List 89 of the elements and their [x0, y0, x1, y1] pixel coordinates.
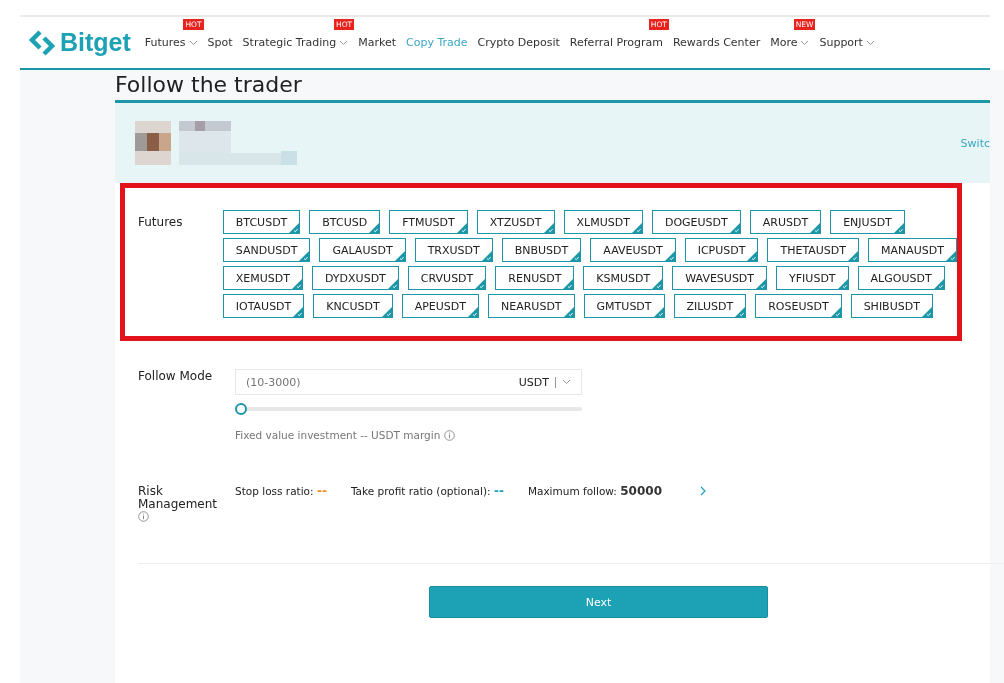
check-corner-icon — [292, 279, 302, 289]
futures-label: Futures — [137, 214, 184, 231]
check-corner-icon — [563, 279, 574, 289]
check-corner-icon — [848, 251, 858, 261]
check-corner-icon — [289, 223, 300, 233]
info-icon — [138, 511, 149, 522]
info-icon — [444, 429, 456, 441]
risk-value: -- — [493, 484, 504, 498]
pair-tag[interactable]: KSMUSDT — [583, 266, 664, 290]
check-corner-icon — [933, 279, 944, 289]
pair-tag[interactable]: BNBUSDT — [501, 238, 582, 262]
logo-icon — [28, 28, 56, 57]
check-corner-icon — [810, 223, 821, 233]
risk-label: Risk Management — [138, 485, 219, 511]
unit-label: USDT — [518, 375, 549, 389]
pair-tag[interactable]: ARUSDT — [749, 210, 822, 234]
pair-tag[interactable]: YFIUSDT — [776, 266, 849, 290]
pair-tag[interactable]: CRVUSDT — [407, 266, 487, 290]
risk-setting: Maximum follow: 50000 — [527, 484, 662, 498]
check-corner-icon — [729, 223, 740, 233]
check-corner-icon — [570, 251, 581, 261]
pair-tag[interactable]: DOGEUSDT — [651, 210, 741, 234]
check-corner-icon — [631, 223, 642, 233]
pair-tag[interactable]: IOTAUSDT — [222, 294, 305, 318]
check-corner-icon — [946, 251, 956, 261]
check-corner-icon — [543, 223, 554, 233]
check-corner-icon — [747, 251, 758, 261]
nav-link[interactable]: Rewards Center — [672, 36, 761, 49]
pair-tag[interactable]: XTZUSDT — [476, 210, 555, 234]
check-corner-icon — [387, 279, 398, 289]
check-corner-icon — [394, 251, 405, 261]
slider-thumb[interactable] — [235, 403, 247, 415]
check-corner-icon — [293, 307, 304, 317]
check-corner-icon — [481, 251, 492, 261]
check-corner-icon — [921, 307, 932, 317]
nav-link[interactable]: Market — [358, 36, 396, 49]
pair-tag[interactable]: ICPUSDT — [684, 238, 759, 262]
amount-slider[interactable] — [235, 403, 582, 415]
pair-tag[interactable]: GALAUSDT — [319, 238, 406, 262]
check-corner-icon — [664, 251, 675, 261]
pair-tag[interactable]: NEARUSDT — [488, 294, 575, 318]
risk-setting: Stop loss ratio: -- — [235, 484, 327, 498]
pair-tag[interactable]: FTMUSDT — [389, 210, 468, 234]
pair-tag[interactable]: TRXUSDT — [414, 238, 493, 262]
page-title: Follow the trader — [115, 71, 302, 99]
mode-hint: Fixed value investment -- USDT margin — [235, 429, 441, 441]
amount-field[interactable]: (10-3000) USDT — [235, 369, 582, 395]
pair-tag[interactable]: DYDXUSDT — [312, 266, 399, 290]
pair-tag[interactable]: WAVESUSDT — [672, 266, 768, 290]
pair-tag[interactable]: BTCUSD — [309, 210, 381, 234]
pair-tag[interactable]: MANAUSDT — [868, 238, 957, 262]
check-corner-icon — [468, 307, 478, 317]
pair-tag[interactable]: ALGOUSDT — [857, 266, 945, 290]
pair-tag[interactable]: XLMUSDT — [563, 210, 643, 234]
check-corner-icon — [381, 307, 392, 317]
check-corner-icon — [652, 279, 663, 289]
nav-link[interactable]: Crypto Deposit — [477, 36, 560, 49]
pair-tag[interactable]: KNCUSDT — [313, 294, 393, 318]
check-corner-icon — [456, 223, 467, 233]
risk-value: -- — [316, 484, 327, 498]
pair-tag[interactable]: RENUSDT — [495, 266, 575, 290]
pair-tag[interactable]: ROSEUSDT — [755, 294, 842, 318]
check-corner-icon — [653, 307, 664, 317]
pair-tag[interactable]: APEUSDT — [401, 294, 479, 318]
check-corner-icon — [735, 307, 746, 317]
nav-link[interactable]: Spot — [207, 36, 233, 49]
risk-setting: Take profit ratio (optional): -- — [350, 484, 504, 498]
check-corner-icon — [475, 279, 486, 289]
check-corner-icon — [837, 279, 848, 289]
pair-tag[interactable]: THETAUSDT — [767, 238, 859, 262]
check-corner-icon — [299, 251, 310, 261]
pair-tag[interactable]: ENJUSDT — [830, 210, 905, 234]
risk-value: 50000 — [620, 484, 662, 498]
pair-tag[interactable]: AAVEUSDT — [590, 238, 676, 262]
check-corner-icon — [756, 279, 767, 289]
check-corner-icon — [563, 307, 574, 317]
pair-tag[interactable]: SHIBUSDT — [850, 294, 933, 318]
chevron-down-icon — [562, 379, 571, 385]
check-corner-icon — [830, 307, 841, 317]
check-corner-icon — [893, 223, 904, 233]
check-corner-icon — [369, 223, 380, 233]
chevron-right-icon[interactable] — [700, 486, 706, 496]
pair-tag[interactable]: GMTUSDT — [583, 294, 665, 318]
pair-tag[interactable]: ZILUSDT — [673, 294, 747, 318]
nav-link[interactable]: Support — [819, 36, 875, 49]
follow-mode-label: Follow Mode — [138, 369, 214, 385]
pair-tag[interactable]: SANDUSDT — [222, 238, 311, 262]
pair-tag[interactable]: XEMUSDT — [222, 266, 303, 290]
pair-tag[interactable]: BTCUSDT — [222, 210, 301, 234]
